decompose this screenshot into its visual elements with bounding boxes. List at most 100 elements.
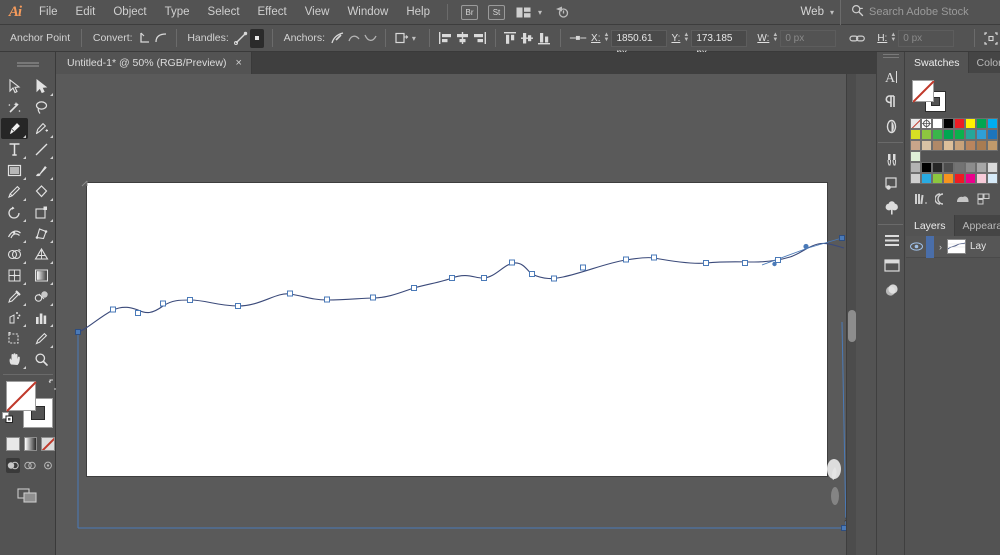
align-horizontal-center-icon[interactable] [455,29,470,48]
swatch[interactable] [921,129,932,140]
default-fill-stroke-icon[interactable] [2,412,13,426]
artboard-tool[interactable] [1,328,28,349]
menu-edit[interactable]: Edit [67,0,105,25]
shape-builder-tool[interactable] [1,244,28,265]
draw-behind-icon[interactable] [23,458,37,473]
gradient-tool[interactable] [28,265,55,286]
menu-window[interactable]: Window [338,0,397,25]
swatch-none[interactable] [910,118,921,129]
swatch[interactable] [965,129,976,140]
symbols-panel-icon[interactable] [877,171,906,196]
swatch[interactable] [943,129,954,140]
tab-layers[interactable]: Layers [906,215,955,236]
swatch[interactable] [921,162,932,173]
type-tool[interactable] [1,139,28,160]
transparency-panel-icon[interactable] [877,278,906,303]
swatch[interactable] [943,118,954,129]
menu-object[interactable]: Object [104,0,155,25]
color-mode-icon[interactable] [6,437,20,451]
swatch[interactable] [943,162,954,173]
swatch[interactable] [976,129,987,140]
hand-tool[interactable] [1,349,28,370]
paragraph-panel-icon[interactable] [877,89,906,114]
swatch[interactable] [976,118,987,129]
tools-panel-grip[interactable] [0,55,56,71]
canvas-area[interactable] [56,74,856,555]
swatch-registration[interactable] [921,118,932,129]
swatch[interactable] [932,162,943,173]
w-input[interactable]: 0 px [780,29,837,47]
panel-fill-swatch[interactable] [912,80,935,103]
document-tab[interactable]: Untitled-1* @ 50% (RGB/Preview) × [56,52,252,74]
remove-anchor-icon[interactable] [330,29,345,48]
tab-swatches[interactable]: Swatches [906,52,969,73]
swatch-grid[interactable] [910,118,998,184]
convert-to-corner-icon[interactable] [138,29,152,48]
swatch[interactable] [932,118,943,129]
symbol-sprayer-tool[interactable] [1,307,28,328]
close-icon[interactable]: × [235,57,241,69]
constrain-proportions-icon[interactable] [848,29,866,48]
swatch-libraries-icon[interactable] [910,191,931,207]
none-mode-icon[interactable] [41,437,56,451]
graphic-styles-panel-icon[interactable] [877,196,906,221]
isolate-selected-object-icon[interactable] [394,29,409,48]
swatch[interactable] [954,129,965,140]
swatch[interactable] [954,140,965,151]
arrange-chevron-down-icon[interactable]: ▾ [538,8,542,17]
swatch[interactable] [965,140,976,151]
perspective-grid-tool[interactable] [28,244,55,265]
w-stepper[interactable]: ▲ ▼ [772,32,778,43]
swatch[interactable] [910,140,921,151]
artboards-panel-icon[interactable] [877,253,906,278]
swatch[interactable] [910,151,921,162]
search-adobe-stock-field[interactable]: Search Adobe Stock [840,0,1000,25]
layer-row[interactable]: › Lay [906,235,1000,258]
swatch[interactable] [932,129,943,140]
vertical-scrollbar-thumb[interactable] [848,310,856,342]
swatch[interactable] [932,173,943,184]
y-input[interactable]: 173.185 px [691,29,748,59]
rotate-tool[interactable] [1,202,28,223]
opacity-panel-icon[interactable] [877,114,906,139]
menu-file[interactable]: File [30,0,67,25]
workspace-switcher[interactable]: Web [797,6,828,18]
draw-normal-icon[interactable] [6,458,21,473]
line-segment-tool[interactable] [28,139,55,160]
panel-fill-stroke-proxy[interactable] [912,80,946,112]
swatch[interactable] [910,129,921,140]
eyedropper-tool[interactable] [1,286,28,307]
swatch[interactable] [954,162,965,173]
show-bounding-box-icon[interactable] [983,29,999,48]
change-screen-mode-icon[interactable] [16,487,39,507]
selection-tool[interactable] [1,76,28,97]
arrange-documents-icon[interactable] [513,4,533,20]
dock-grip[interactable] [883,54,899,62]
width-tool[interactable] [1,223,28,244]
swatch[interactable] [965,118,976,129]
show-swatch-kinds-icon[interactable] [931,191,952,207]
swatch[interactable] [987,118,998,129]
menu-select[interactable]: Select [199,0,249,25]
character-panel-icon[interactable]: A [877,64,906,89]
swatch[interactable] [954,173,965,184]
bridge-icon[interactable]: Br [461,4,478,20]
align-panel-icon[interactable] [877,228,906,253]
swatch[interactable] [921,140,932,151]
tab-color[interactable]: Color [969,52,1000,73]
stock-icon[interactable]: St [488,4,505,20]
transform-reference-icon[interactable] [569,29,588,48]
swatch[interactable] [965,162,976,173]
chevron-right-icon[interactable]: › [934,242,947,252]
brushes-panel-icon[interactable] [877,146,906,171]
x-input[interactable]: 1850.61 px [611,29,668,59]
swatch[interactable] [976,140,987,151]
scale-tool[interactable] [28,202,55,223]
convert-to-smooth-icon[interactable] [154,29,168,48]
gradient-mode-icon[interactable] [23,437,38,451]
fill-swatch[interactable] [6,381,37,412]
swatch[interactable] [910,173,921,184]
draw-inside-icon[interactable] [41,458,55,473]
sync-settings-icon[interactable] [551,4,571,20]
y-position-field[interactable]: Y: ▲▼ 173.185 px [671,29,748,59]
